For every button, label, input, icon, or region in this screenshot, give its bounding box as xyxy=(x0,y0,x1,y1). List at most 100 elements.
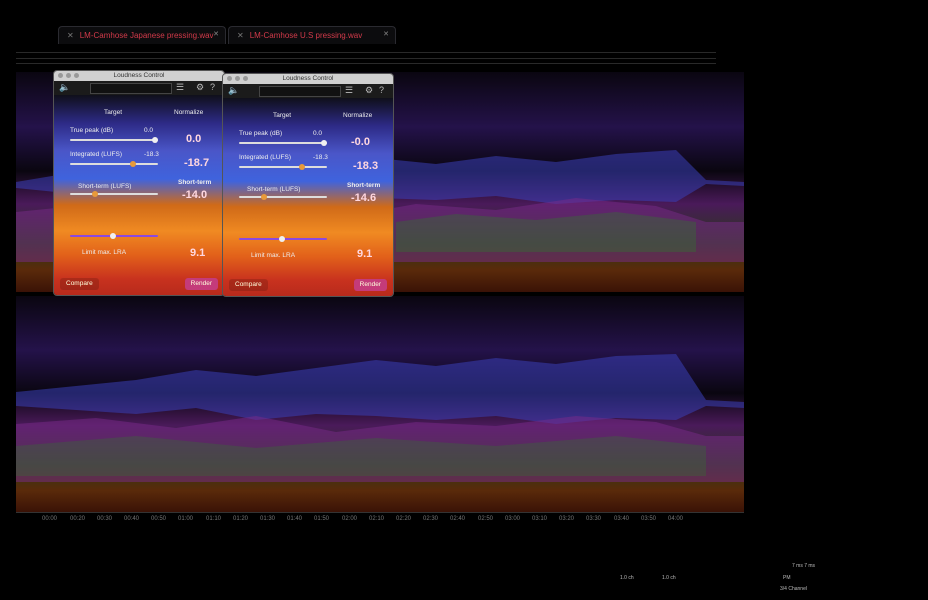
loudness-control-panel-2[interactable]: Loudness Control 🔈 ☰ ⚙ ? Target Normaliz… xyxy=(222,73,394,297)
slider-knob[interactable] xyxy=(130,161,136,167)
true-peak-readout: -0.0 xyxy=(351,136,370,148)
gear-icon[interactable]: ⚙ xyxy=(365,85,373,96)
time-tick: 01:20 xyxy=(233,516,249,522)
time-tick: 01:30 xyxy=(260,516,276,522)
normalize-heading: Normalize xyxy=(343,112,373,119)
waveform-overview-line xyxy=(16,63,716,64)
speaker-icon[interactable]: 🔈 xyxy=(59,82,70,93)
spectrogram-bottom[interactable] xyxy=(16,296,744,512)
time-tick: 01:50 xyxy=(314,516,330,522)
tab-japanese-pressing[interactable]: ✕ LM-Camhose Japanese pressing.wav ✕ xyxy=(58,26,226,44)
panel-toolbar: 🔈 ☰ ⚙ ? xyxy=(54,81,224,95)
time-tick: 00:30 xyxy=(97,516,113,522)
short-term-slider[interactable] xyxy=(70,191,158,197)
menu-icon[interactable]: ☰ xyxy=(345,85,353,96)
window-controls[interactable] xyxy=(227,76,248,81)
short-term-readout: -14.6 xyxy=(351,192,377,204)
status-readout: PM xyxy=(783,575,791,581)
true-peak-label: True peak (dB) xyxy=(70,127,114,134)
lra-slider[interactable] xyxy=(239,236,327,242)
true-peak-value: 0.0 xyxy=(313,130,323,137)
time-tick: 03:20 xyxy=(559,516,575,522)
waveform-overview-line xyxy=(16,52,716,53)
time-tick: 00:00 xyxy=(42,516,58,522)
slider-knob[interactable] xyxy=(152,137,158,143)
help-icon[interactable]: ? xyxy=(210,82,215,92)
speaker-icon[interactable]: 🔈 xyxy=(228,85,239,96)
true-peak-slider[interactable] xyxy=(70,137,158,143)
normalize-heading: Normalize xyxy=(174,109,204,116)
integrated-slider[interactable] xyxy=(239,164,327,170)
compare-button[interactable]: Compare xyxy=(60,278,99,290)
short-term-slider[interactable] xyxy=(239,194,327,200)
short-term-title: Short-term xyxy=(178,179,212,186)
time-tick: 03:00 xyxy=(505,516,521,522)
integrated-label: Integrated (LUFS) xyxy=(239,154,292,161)
panel-title-bar[interactable]: Loudness Control xyxy=(223,74,393,84)
panel-title-bar[interactable]: Loudness Control xyxy=(54,71,224,81)
lra-readout: 9.1 xyxy=(357,248,373,260)
time-tick: 02:20 xyxy=(396,516,412,522)
panel-title: Loudness Control xyxy=(113,72,165,79)
true-peak-label: True peak (dB) xyxy=(239,130,283,137)
time-tick: 01:10 xyxy=(206,516,222,522)
integrated-label: Integrated (LUFS) xyxy=(70,151,123,158)
time-tick: 03:50 xyxy=(641,516,657,522)
time-tick: 01:00 xyxy=(178,516,194,522)
tab-label: LM-Camhose Japanese pressing.wav xyxy=(79,31,214,40)
true-peak-readout: 0.0 xyxy=(186,133,202,145)
limit-max-lra-checkbox[interactable]: Limit max. LRA xyxy=(251,252,295,259)
short-term-dropdown[interactable]: Short-term (LUFS) xyxy=(78,183,131,190)
true-peak-slider[interactable] xyxy=(239,140,327,146)
integrated-value: -18.3 xyxy=(313,154,328,161)
close-icon[interactable]: ✕ xyxy=(383,30,389,38)
close-icon[interactable]: ✕ xyxy=(67,31,74,40)
target-heading: Target xyxy=(273,112,292,119)
loudness-control-panel-1[interactable]: Loudness Control 🔈 ☰ ⚙ ? Target Normaliz… xyxy=(53,70,225,296)
slider-knob[interactable] xyxy=(321,140,327,146)
menu-icon[interactable]: ☰ xyxy=(176,82,184,93)
time-tick: 03:30 xyxy=(586,516,602,522)
panel-toolbar: 🔈 ☰ ⚙ ? xyxy=(223,84,393,98)
slider-knob[interactable] xyxy=(299,164,305,170)
time-tick: 03:10 xyxy=(532,516,548,522)
panel-title: Loudness Control xyxy=(282,75,334,82)
time-tick: 02:50 xyxy=(478,516,494,522)
slider-knob[interactable] xyxy=(261,194,267,200)
compare-button[interactable]: Compare xyxy=(229,279,268,291)
render-button[interactable]: Render xyxy=(184,278,218,290)
short-term-title: Short-term xyxy=(347,182,381,189)
slider-knob[interactable] xyxy=(92,191,98,197)
tab-us-pressing[interactable]: ✕ LM-Camhose U.S pressing.wav ✕ xyxy=(228,26,396,44)
timeline-ruler[interactable]: 00:00 00:20 00:30 00:40 00:50 01:00 01:1… xyxy=(16,512,744,527)
status-readout: 3/4 Channel xyxy=(780,586,807,592)
time-tick: 02:10 xyxy=(369,516,385,522)
close-icon[interactable]: ✕ xyxy=(213,30,219,38)
waveform-overview-line xyxy=(16,58,716,59)
gear-icon[interactable]: ⚙ xyxy=(196,82,204,93)
target-heading: Target xyxy=(104,109,123,116)
panel-body: Target Normalize True peak (dB) 0.0 -0.0… xyxy=(223,98,393,296)
render-button[interactable]: Render xyxy=(353,279,387,291)
integrated-value: -18.3 xyxy=(144,151,159,158)
close-icon[interactable]: ✕ xyxy=(237,31,244,40)
short-term-dropdown[interactable]: Short-term (LUFS) xyxy=(247,186,300,193)
lra-readout: 9.1 xyxy=(190,247,206,259)
window-controls[interactable] xyxy=(58,73,79,78)
limit-max-lra-checkbox[interactable]: Limit max. LRA xyxy=(82,249,126,256)
preset-dropdown[interactable] xyxy=(259,86,341,97)
panel-body: Target Normalize True peak (dB) 0.0 0.0 … xyxy=(54,95,224,295)
integrated-readout: -18.3 xyxy=(353,160,379,172)
short-term-readout: -14.0 xyxy=(182,189,208,201)
integrated-slider[interactable] xyxy=(70,161,158,167)
slider-knob[interactable] xyxy=(279,236,285,242)
integrated-readout: -18.7 xyxy=(184,157,210,169)
time-tick: 04:00 xyxy=(668,516,684,522)
help-icon[interactable]: ? xyxy=(379,85,384,95)
channel-info: 1.0 ch xyxy=(620,575,634,581)
slider-knob[interactable] xyxy=(110,233,116,239)
preset-dropdown[interactable] xyxy=(90,83,172,94)
lra-slider[interactable] xyxy=(70,233,158,239)
status-readout: 7 ms 7 ms xyxy=(792,563,816,569)
time-tick: 02:30 xyxy=(423,516,439,522)
